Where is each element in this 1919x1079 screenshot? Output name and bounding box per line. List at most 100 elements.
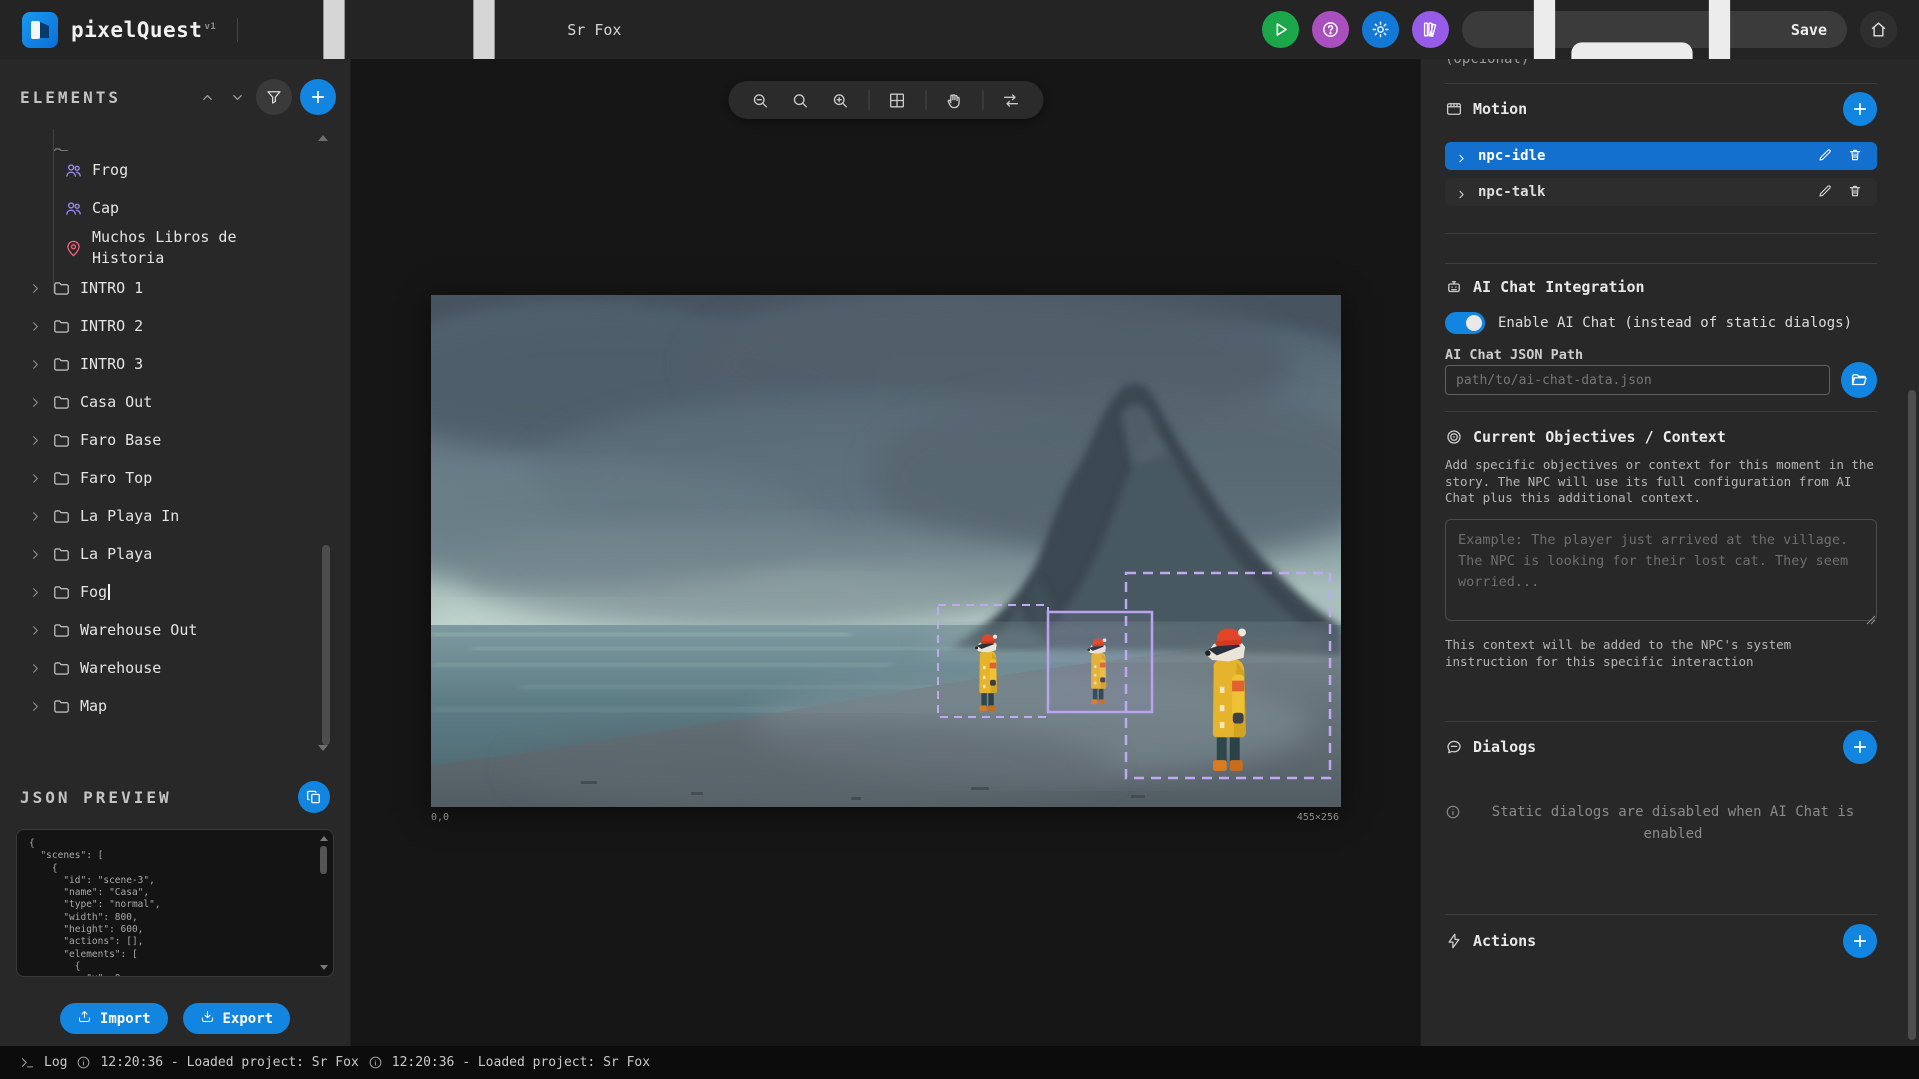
play-button[interactable]: [1262, 11, 1299, 48]
actions-icon: [1445, 932, 1463, 950]
scene-canvas[interactable]: [431, 295, 1341, 807]
folder-icon: [52, 393, 71, 412]
motion-item-npc-talk[interactable]: npc-talk: [1445, 178, 1877, 206]
enable-ai-chat-toggle[interactable]: [1445, 312, 1485, 334]
save-button[interactable]: Save: [1462, 11, 1847, 48]
tree-scroll-down[interactable]: [318, 745, 328, 751]
objectives-section-title: Current Objectives / Context: [1473, 428, 1726, 446]
swap-scene-button[interactable]: [999, 88, 1023, 112]
tree-item-fog[interactable]: Fog: [0, 573, 350, 611]
folder-icon: [52, 469, 71, 488]
json-preview-code[interactable]: { "scenes": [ { "id": "scene-3", "name":…: [16, 829, 334, 977]
tree-item-warehouse-out[interactable]: Warehouse Out: [0, 611, 350, 649]
code-lines: { "scenes": [ { "id": "scene-3", "name":…: [29, 838, 313, 977]
tree-indent-line: [53, 129, 54, 293]
elements-panel: ELEMENTS Fro: [0, 59, 351, 1046]
filter-button[interactable]: [256, 79, 292, 115]
chevron-right-icon: [1455, 150, 1468, 163]
tree-item-la-playa-in[interactable]: La Playa In: [0, 497, 350, 535]
enable-ai-chat-label: Enable AI Chat (instead of static dialog…: [1498, 315, 1852, 331]
zoom-reset-button[interactable]: [788, 88, 812, 112]
import-icon: [77, 1009, 92, 1028]
chevron-right-icon: [28, 661, 43, 676]
chevron-right-icon: [28, 395, 43, 410]
elements-panel-title: ELEMENTS: [20, 88, 121, 107]
folder-icon: [52, 355, 71, 374]
folder-icon: [52, 659, 71, 678]
settings-button[interactable]: [1362, 11, 1399, 48]
grid-toggle-button[interactable]: [885, 88, 909, 112]
export-icon: [200, 1009, 215, 1028]
collapse-up-button[interactable]: [196, 86, 218, 108]
tree-item-warehouse[interactable]: Warehouse: [0, 649, 350, 687]
library-button[interactable]: [1412, 11, 1449, 48]
tree-item-intro-2[interactable]: INTRO 2: [0, 307, 350, 345]
chevron-right-icon: [28, 471, 43, 486]
inspector-panel: (opcional) Motion npc-idlenpc-talk AI Ch…: [1420, 59, 1919, 1046]
delete-motion-button[interactable]: [1845, 146, 1865, 166]
partial-optional-label: (opcional): [1445, 59, 1877, 67]
tree-item-faro-top[interactable]: Faro Top: [0, 459, 350, 497]
copy-json-button[interactable]: [298, 781, 330, 813]
tree-item-la-playa[interactable]: La Playa: [0, 535, 350, 573]
chevron-right-icon: [28, 699, 43, 714]
tree-item-partial[interactable]: [0, 129, 350, 151]
chevron-right-icon: [28, 433, 43, 448]
log-entry: 12:20:36 - Loaded project: Sr Fox: [368, 1055, 650, 1070]
folder-icon: [52, 545, 71, 564]
chevron-right-icon: [28, 281, 43, 296]
element-tree: FrogCapMuchos Libros de HistoriaINTRO 1I…: [0, 129, 350, 757]
log-entry: 12:20:36 - Loaded project: Sr Fox: [76, 1055, 358, 1070]
motion-item-npc-idle[interactable]: npc-idle: [1445, 142, 1877, 170]
chevron-right-icon: [28, 509, 43, 524]
tree-item-map[interactable]: Map: [0, 687, 350, 725]
tree-scrollbar[interactable]: [322, 545, 330, 745]
chevron-down-icon: [28, 149, 43, 151]
info-icon: [368, 1055, 383, 1070]
export-button[interactable]: Export: [183, 1003, 291, 1034]
folder-icon: [52, 583, 71, 602]
folder-icon: [52, 507, 71, 526]
objectives-helper: This context will be added to the NPC's …: [1445, 637, 1877, 670]
add-dialog-button[interactable]: [1843, 730, 1877, 764]
objectives-context-textarea[interactable]: [1445, 519, 1877, 621]
chevron-right-icon: [28, 585, 43, 600]
home-button[interactable]: [1860, 11, 1897, 48]
add-element-button[interactable]: [300, 79, 336, 115]
edit-motion-button[interactable]: [1815, 146, 1835, 166]
chevron-right-icon: [28, 357, 43, 372]
chevron-right-icon: [28, 623, 43, 638]
motion-list: npc-idle npc-talk: [1445, 142, 1877, 214]
zoom-in-button[interactable]: [828, 88, 852, 112]
canvas-origin-label: 0,0: [431, 812, 449, 823]
tree-item-casa-out[interactable]: Casa Out: [0, 383, 350, 421]
tree-scroll-up[interactable]: [318, 135, 328, 141]
tree-item-faro-base[interactable]: Faro Base: [0, 421, 350, 459]
inspector-scrollbar[interactable]: [1908, 390, 1916, 1040]
info-icon: [76, 1055, 91, 1070]
add-action-button[interactable]: [1843, 924, 1877, 958]
dialogs-section-title: Dialogs: [1473, 738, 1536, 756]
edit-motion-button[interactable]: [1815, 182, 1835, 202]
app-title: pixelQuestv1: [71, 18, 216, 42]
textarea-resize-grip[interactable]: [1866, 610, 1876, 620]
help-button[interactable]: [1312, 11, 1349, 48]
pan-tool-button[interactable]: [942, 88, 966, 112]
app-root: pixelQuestv1 Sr Fox Save: [0, 0, 1919, 1079]
selection-box-solid: [1048, 612, 1152, 712]
import-button[interactable]: Import: [60, 1003, 168, 1034]
ai-chat-path-input[interactable]: [1445, 365, 1830, 395]
app-header: pixelQuestv1 Sr Fox Save: [0, 0, 1919, 59]
canvas-size-label: 455×256: [1297, 812, 1339, 823]
code-scrollbar[interactable]: [319, 836, 329, 970]
collapse-down-button[interactable]: [226, 86, 248, 108]
delete-motion-button[interactable]: [1845, 182, 1865, 202]
actions-section-title: Actions: [1473, 932, 1536, 950]
zoom-out-button[interactable]: [748, 88, 772, 112]
browse-file-button[interactable]: [1841, 362, 1877, 398]
tree-item-intro-3[interactable]: INTRO 3: [0, 345, 350, 383]
add-motion-button[interactable]: [1843, 92, 1877, 126]
ai-chat-section-title: AI Chat Integration: [1473, 278, 1645, 296]
header-divider: [237, 18, 238, 42]
motion-icon: [1445, 100, 1463, 118]
